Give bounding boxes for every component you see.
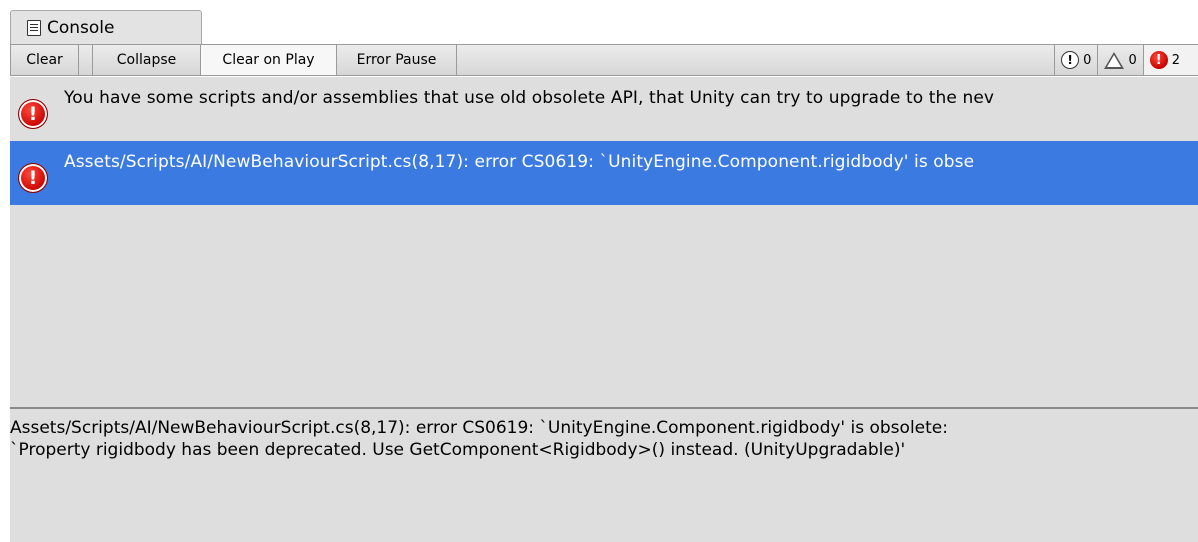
detail-line: `Property rigidbody has been deprecated.… — [10, 440, 906, 460]
collapse-toggle[interactable]: Collapse — [93, 45, 201, 75]
info-icon: ! — [1061, 51, 1080, 69]
error-icon: ! — [18, 99, 48, 129]
info-count: 0 — [1083, 52, 1092, 68]
log-entry-message: You have some scripts and/or assemblies … — [64, 88, 995, 108]
clear-on-play-toggle[interactable]: Clear on Play — [201, 45, 337, 75]
error-filter-toggle[interactable]: ! 2 — [1142, 45, 1198, 75]
log-entry-selected[interactable]: ! Assets/Scripts/AI/NewBehaviourScript.c… — [10, 141, 1198, 205]
error-icon: ! — [1149, 51, 1168, 69]
log-count-filters: ! 0 0 ! 2 — [1054, 45, 1198, 75]
warning-filter-toggle[interactable]: 0 — [1097, 45, 1142, 75]
error-pause-toggle[interactable]: Error Pause — [337, 45, 457, 75]
error-icon: ! — [18, 163, 48, 193]
log-entry-message: Assets/Scripts/AI/NewBehaviourScript.cs(… — [64, 152, 975, 172]
tab-console-label: Console — [47, 17, 115, 38]
clear-button[interactable]: Clear — [11, 45, 79, 75]
warning-count: 0 — [1128, 52, 1137, 68]
log-entry[interactable]: ! You have some scripts and/or assemblie… — [10, 77, 1198, 141]
info-filter-toggle[interactable]: ! 0 — [1054, 45, 1097, 75]
console-toolbar: Clear Collapse Clear on Play Error Pause… — [10, 44, 1198, 76]
document-icon — [27, 19, 41, 36]
log-detail-panel[interactable]: Assets/Scripts/AI/NewBehaviourScript.cs(… — [10, 409, 1198, 542]
warning-icon — [1104, 51, 1125, 69]
toolbar-separator — [79, 45, 93, 75]
console-window: Console Clear Collapse Clear on Play Err… — [0, 0, 1198, 542]
error-count: 2 — [1171, 52, 1180, 68]
tab-console[interactable]: Console — [10, 10, 202, 44]
detail-line: Assets/Scripts/AI/NewBehaviourScript.cs(… — [10, 418, 948, 438]
log-list[interactable]: ! You have some scripts and/or assemblie… — [10, 77, 1198, 407]
